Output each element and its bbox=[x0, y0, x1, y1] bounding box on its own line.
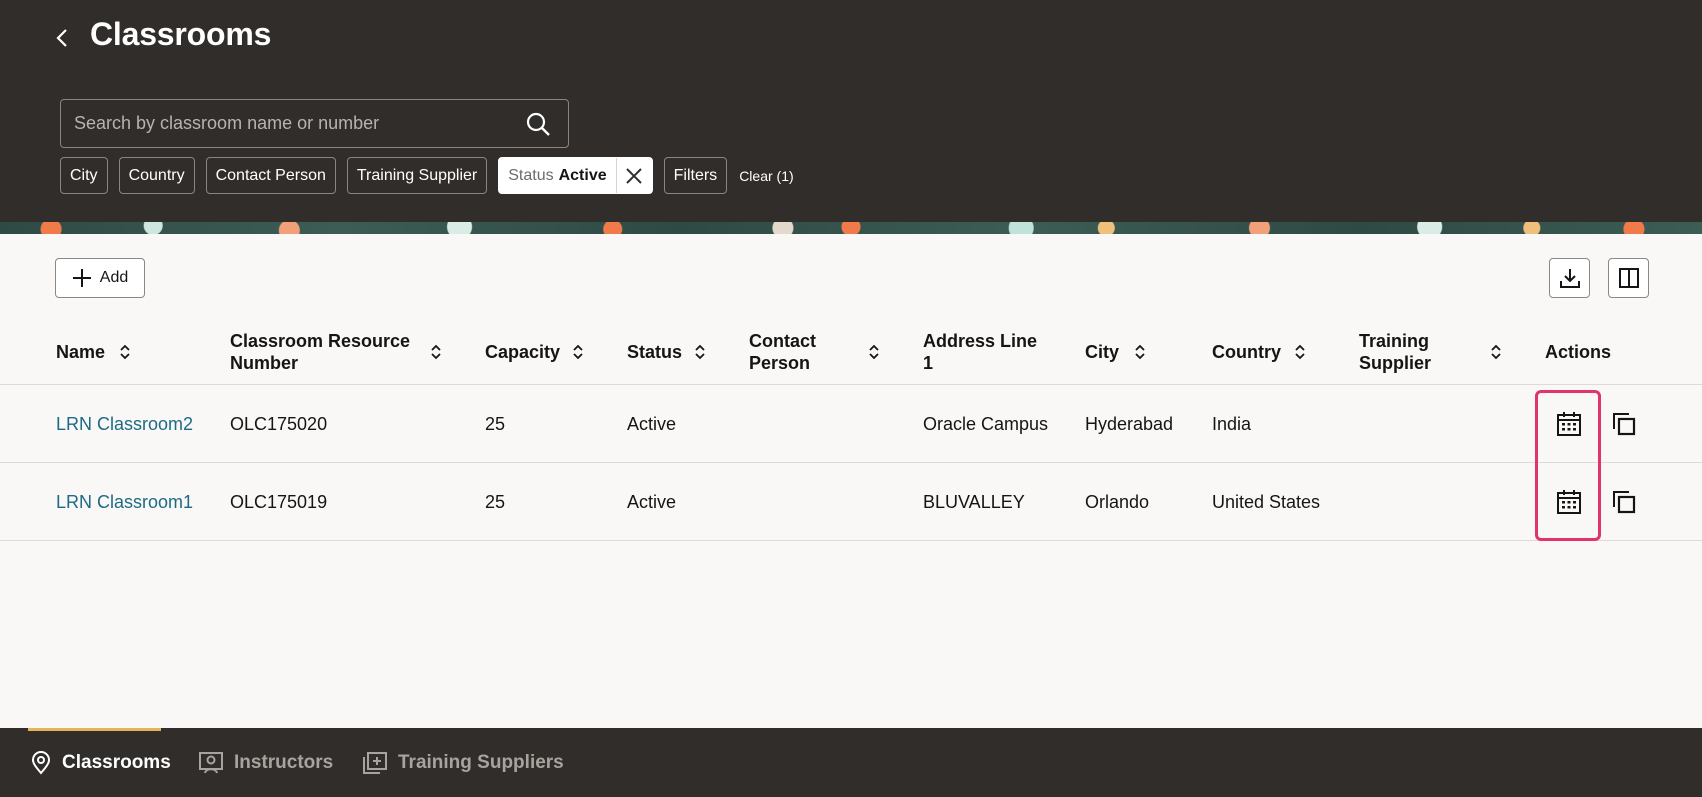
column-header-address[interactable]: Address Line 1 bbox=[923, 318, 1063, 385]
clear-filters-link[interactable]: Clear (1) bbox=[739, 168, 793, 184]
instructor-icon bbox=[199, 752, 223, 774]
calendar-button[interactable] bbox=[1551, 484, 1587, 520]
column-header-contact-person[interactable]: Contact Person bbox=[749, 318, 889, 385]
sort-icon[interactable] bbox=[1489, 344, 1503, 360]
column-header-name[interactable]: Name bbox=[56, 318, 206, 385]
calendar-icon bbox=[1557, 490, 1581, 514]
download-icon bbox=[1559, 269, 1580, 288]
active-tab-indicator bbox=[28, 728, 161, 731]
column-label: Number bbox=[230, 352, 299, 373]
sort-icon[interactable] bbox=[429, 344, 443, 360]
cell-address: BLUVALLEY bbox=[923, 491, 1025, 512]
filter-chips: City Country Contact Person Training Sup… bbox=[60, 157, 794, 194]
filters-button[interactable]: Filters bbox=[663, 157, 728, 194]
table-row: LRN Classroom2 OLC175020 25 Active Oracl… bbox=[0, 385, 1702, 463]
classroom-name-link[interactable]: LRN Classroom1 bbox=[56, 463, 193, 541]
cell-city: Hyderabad bbox=[1085, 413, 1174, 434]
column-header-actions: Actions bbox=[1545, 318, 1665, 385]
search-box[interactable] bbox=[60, 99, 569, 148]
copy-icon bbox=[1613, 413, 1636, 436]
sort-icon[interactable] bbox=[1293, 344, 1307, 360]
page-title: Classrooms bbox=[90, 16, 272, 52]
column-label: Address Line bbox=[923, 330, 1038, 351]
add-button[interactable]: Add bbox=[55, 258, 145, 298]
copy-icon bbox=[1613, 491, 1636, 514]
column-header-capacity[interactable]: Capacity bbox=[485, 318, 605, 385]
filter-chip-key: Status bbox=[508, 166, 554, 184]
column-header-status[interactable]: Status bbox=[627, 318, 727, 385]
column-label: Training bbox=[1359, 330, 1430, 351]
sort-icon[interactable] bbox=[571, 344, 585, 360]
filter-chip-value: Active bbox=[558, 166, 607, 184]
back-button[interactable] bbox=[48, 24, 76, 52]
sort-icon[interactable] bbox=[693, 344, 707, 360]
sort-icon[interactable] bbox=[118, 344, 132, 360]
nav-tab-label: Instructors bbox=[234, 752, 334, 773]
cell-number: OLC175020 bbox=[230, 413, 328, 434]
chevron-left-icon bbox=[56, 29, 67, 47]
cell-status: Active bbox=[627, 491, 677, 512]
calendar-button[interactable] bbox=[1551, 406, 1587, 442]
cell-address: Oracle Campus bbox=[923, 413, 1049, 434]
table-header: Name Classroom Resource Number Capacity S… bbox=[0, 318, 1702, 385]
nav-tab-classrooms[interactable]: Classrooms bbox=[30, 750, 171, 776]
filter-chip-contact-person[interactable]: Contact Person bbox=[205, 157, 336, 194]
search-icon[interactable] bbox=[518, 104, 558, 144]
cell-country: United States bbox=[1212, 491, 1321, 512]
filter-chip-status[interactable]: Status Active bbox=[498, 157, 653, 194]
add-button-label: Add bbox=[99, 269, 129, 286]
columns-button[interactable] bbox=[1608, 258, 1649, 298]
column-header-number[interactable]: Classroom Resource Number bbox=[230, 318, 450, 385]
sort-icon[interactable] bbox=[1133, 344, 1147, 360]
close-icon bbox=[626, 167, 642, 184]
column-label: Name bbox=[56, 341, 106, 362]
cell-country: India bbox=[1212, 413, 1252, 434]
column-label: Classroom Resource bbox=[230, 330, 411, 351]
cell-capacity: 25 bbox=[485, 491, 506, 512]
nav-tab-training-suppliers[interactable]: Training Suppliers bbox=[362, 750, 564, 776]
columns-icon bbox=[1618, 268, 1639, 288]
filter-chip-training-supplier[interactable]: Training Supplier bbox=[346, 157, 488, 194]
column-header-training-supplier[interactable]: Training Supplier bbox=[1359, 318, 1509, 385]
column-header-country[interactable]: Country bbox=[1212, 318, 1332, 385]
cell-number: OLC175019 bbox=[230, 491, 328, 512]
cell-capacity: 25 bbox=[485, 413, 506, 434]
filter-chip-city[interactable]: City bbox=[60, 157, 108, 194]
duplicate-button[interactable] bbox=[1606, 406, 1642, 442]
decorative-banner bbox=[0, 222, 1702, 234]
column-label: Country bbox=[1212, 341, 1281, 362]
table-row: LRN Classroom1 OLC175019 25 Active BLUVA… bbox=[0, 463, 1702, 541]
location-pin-icon bbox=[31, 751, 51, 775]
nav-tab-instructors[interactable]: Instructors bbox=[198, 750, 333, 776]
calendar-icon bbox=[1557, 412, 1581, 436]
column-label: Actions bbox=[1545, 341, 1612, 362]
column-label: City bbox=[1085, 341, 1120, 362]
remove-filter-button[interactable] bbox=[615, 158, 652, 193]
cell-city: Orlando bbox=[1085, 491, 1150, 512]
column-label: Status bbox=[627, 341, 683, 362]
column-label: 1 bbox=[923, 352, 934, 373]
duplicate-button[interactable] bbox=[1606, 484, 1642, 520]
column-label: Contact bbox=[749, 330, 816, 351]
filter-chip-country[interactable]: Country bbox=[118, 157, 195, 194]
column-header-city[interactable]: City bbox=[1085, 318, 1185, 385]
column-label: Person bbox=[749, 352, 811, 373]
classroom-name-link[interactable]: LRN Classroom2 bbox=[56, 385, 193, 463]
page-header: Classrooms City Country Contact Person T… bbox=[0, 0, 1702, 222]
nav-tab-label: Training Suppliers bbox=[398, 752, 564, 773]
sort-icon[interactable] bbox=[867, 344, 881, 360]
column-label: Supplier bbox=[1359, 352, 1432, 373]
column-label: Capacity bbox=[485, 341, 561, 362]
bottom-nav: Classrooms Instructors Training Supplier… bbox=[0, 728, 1702, 797]
plus-icon bbox=[72, 269, 91, 287]
download-button[interactable] bbox=[1549, 258, 1590, 298]
supplier-icon bbox=[363, 752, 387, 774]
cell-status: Active bbox=[627, 413, 677, 434]
search-input[interactable] bbox=[61, 100, 518, 147]
nav-tab-label: Classrooms bbox=[62, 752, 171, 773]
